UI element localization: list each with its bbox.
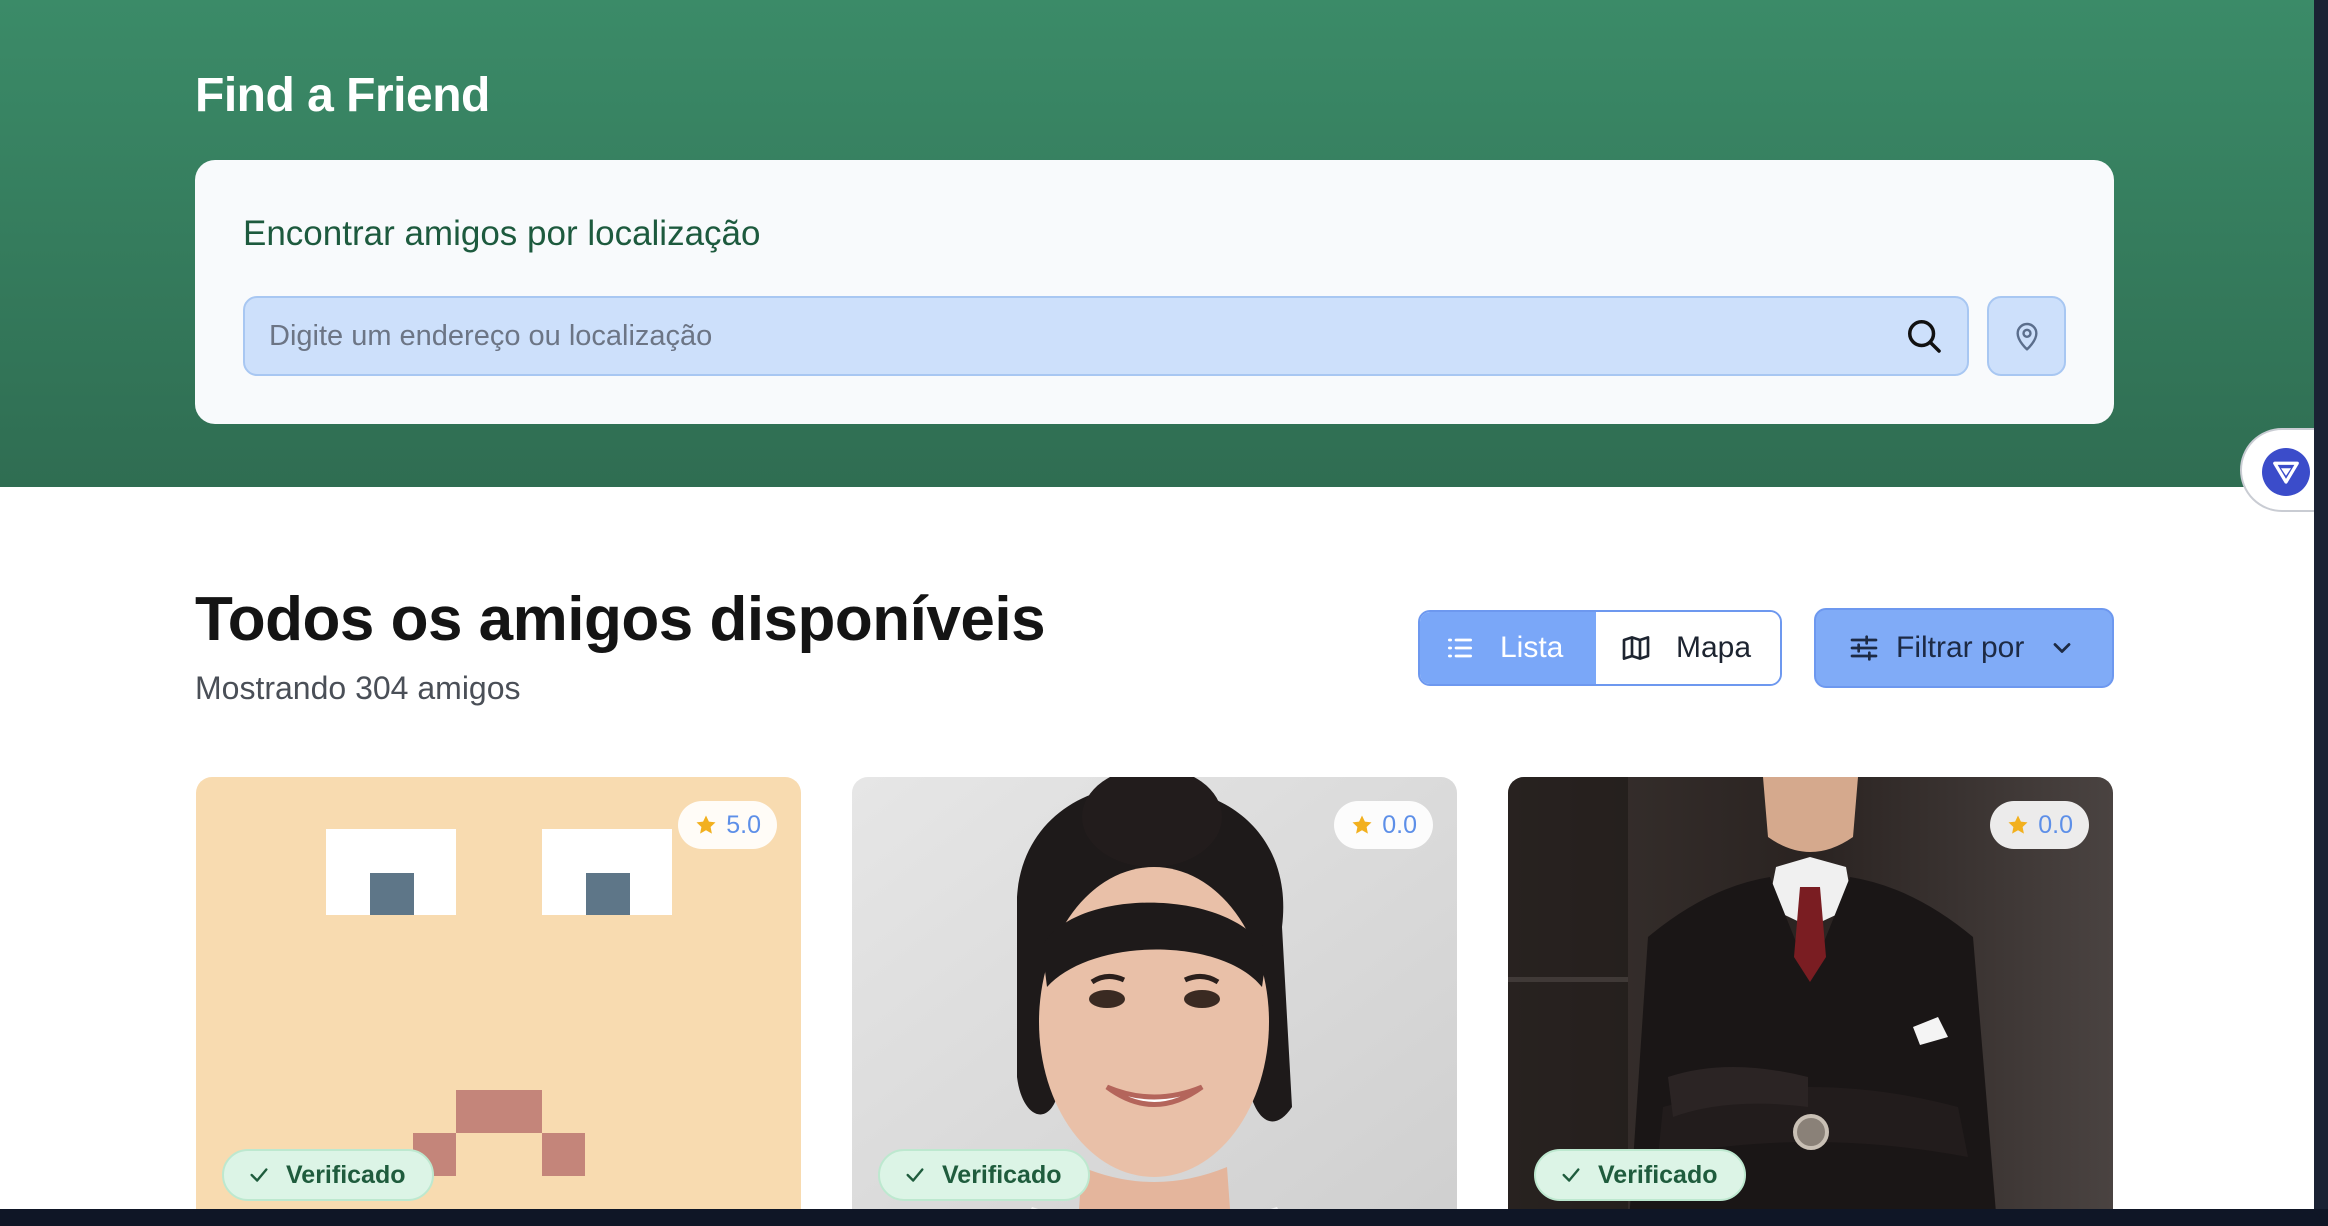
map-pin-icon	[2015, 322, 2038, 351]
location-search-card: Encontrar amigos por localização	[195, 160, 2114, 424]
hero-banner: Find a Friend Encontrar amigos por local…	[0, 0, 2314, 487]
friend-card[interactable]: 0.0 Verificado	[852, 777, 1457, 1209]
verified-badge: Verificado	[878, 1149, 1090, 1201]
list-view-label: Lista	[1500, 631, 1564, 664]
verified-label: Verificado	[286, 1160, 406, 1189]
verified-label: Verificado	[1598, 1160, 1718, 1189]
rating-badge: 5.0	[678, 801, 777, 849]
star-icon	[1352, 815, 1372, 834]
star-icon	[696, 815, 716, 834]
search-button[interactable]	[1903, 315, 1945, 357]
verified-badge: Verificado	[222, 1149, 434, 1201]
map-view-button[interactable]: Mapa	[1596, 612, 1780, 684]
search-box	[243, 296, 1969, 376]
rating-badge: 0.0	[1990, 801, 2089, 849]
map-view-label: Mapa	[1676, 631, 1752, 664]
chevron-down-icon	[2053, 643, 2071, 653]
friend-card[interactable]: 0.0 Verificado	[1508, 777, 2113, 1209]
filter-label: Filtrar por	[1896, 631, 2025, 664]
browser-extension-badge[interactable]	[2240, 428, 2314, 512]
section-title: Todos os amigos disponíveis	[195, 585, 1046, 654]
friend-card[interactable]: 5.0 Verificado	[196, 777, 801, 1209]
star-icon	[2008, 815, 2028, 834]
check-icon	[1562, 1168, 1580, 1182]
filter-dropdown-button[interactable]: Filtrar por	[1814, 608, 2114, 688]
location-search-input[interactable]	[269, 298, 1869, 374]
list-view-button[interactable]: Lista	[1420, 612, 1596, 684]
list-icon	[1448, 638, 1472, 658]
verified-label: Verificado	[942, 1160, 1062, 1189]
view-toggle: Lista Mapa	[1418, 610, 1782, 686]
check-icon	[906, 1168, 924, 1182]
extension-logo-icon	[2262, 448, 2310, 496]
check-icon	[250, 1168, 268, 1182]
rating-value: 0.0	[2038, 810, 2073, 839]
use-my-location-button[interactable]	[1987, 296, 2066, 376]
results-count: Mostrando 304 amigos	[195, 670, 521, 706]
rating-value: 0.0	[1382, 810, 1417, 839]
browser-viewport: Find a Friend Encontrar amigos por local…	[0, 0, 2314, 1209]
map-icon	[1622, 636, 1650, 660]
verified-badge: Verificado	[1534, 1149, 1746, 1201]
window-bottom-edge	[0, 1209, 2328, 1226]
rating-value: 5.0	[726, 810, 761, 839]
site-brand[interactable]: Find a Friend	[195, 68, 490, 123]
search-card-title: Encontrar amigos por localização	[243, 214, 761, 253]
window-edge	[2314, 0, 2328, 1209]
rating-badge: 0.0	[1334, 801, 1433, 849]
search-icon	[1908, 320, 1941, 353]
sliders-icon	[1850, 635, 1878, 661]
